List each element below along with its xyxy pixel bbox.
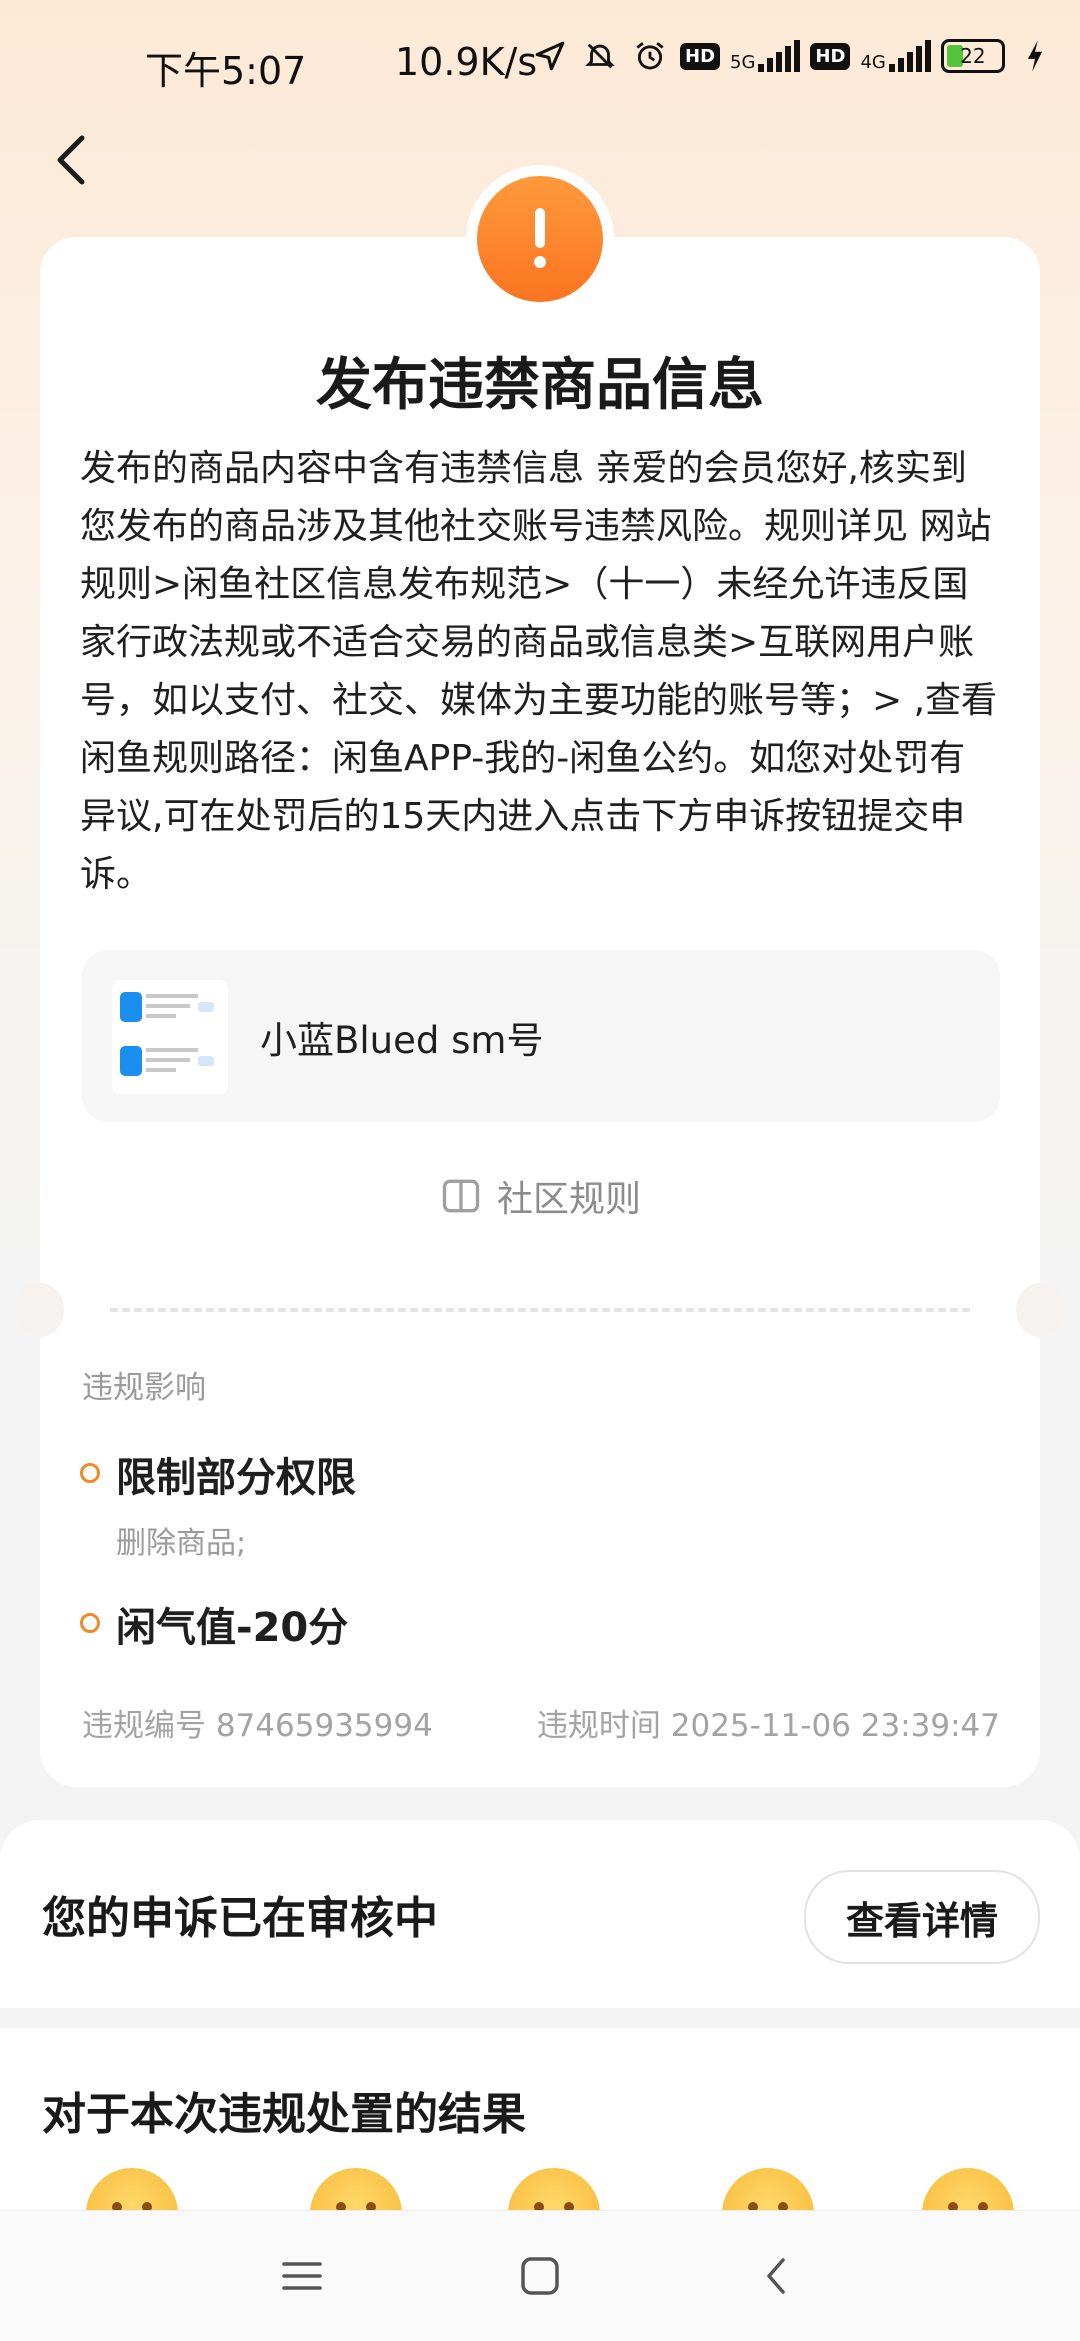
back-button[interactable] (48, 130, 98, 190)
mute-bell-icon (580, 36, 620, 76)
violating-item[interactable]: 小蓝Blued sm号 (82, 950, 1000, 1122)
violation-title: 发布违禁商品信息 (316, 353, 764, 418)
battery-level: 22 (960, 44, 986, 68)
chevron-left-icon (57, 135, 85, 185)
community-rules-label: 社区规则 (496, 1179, 641, 1220)
network-speed: 10.9K/s (395, 40, 538, 84)
impact-title: 闲气值-20分 (116, 1605, 349, 1651)
status-time: 下午5:07 (145, 49, 307, 93)
hd-icon: HD (810, 42, 851, 70)
impact-detail: 删除商品; (116, 1526, 247, 1561)
hd-icon: HD (680, 42, 721, 70)
battery-icon: 22 (940, 39, 1005, 73)
alarm-icon (630, 36, 670, 76)
appeal-status-text: 您的申诉已在审核中 (42, 1893, 438, 1944)
violation-description: 发布的商品内容中含有违禁信息 亲爱的会员您好,核实到您发布的商品涉及其他社交账号… (80, 448, 998, 895)
status-icons: HD 5G HD 4G 22 (530, 36, 1055, 76)
appeal-status-card: 您的申诉已在审核中 查看详情 (0, 1820, 1080, 2008)
item-thumbnail (112, 980, 228, 1094)
status-bar: 下午5:07 10.9K/s HD 5G HD 4G 22 (0, 0, 1080, 130)
violation-id: 违规编号 87465935994 (82, 1708, 433, 1744)
impact-section-label: 违规影响 (82, 1370, 206, 1406)
community-rules-link[interactable]: 社区规则 (0, 1170, 1080, 1222)
ticket-notch-left (16, 1283, 64, 1337)
home-square-icon (521, 2257, 559, 2295)
menu-icon (282, 2262, 322, 2290)
exclamation-icon (477, 176, 603, 302)
feedback-title: 对于本次违规处置的结果 (42, 2089, 526, 2140)
signal-5g-label: 5G (730, 52, 756, 73)
item-title: 小蓝Blued sm号 (260, 1019, 544, 1062)
violation-time: 违规时间 2025-11-06 23:39:47 (536, 1708, 1000, 1744)
book-icon (442, 1179, 480, 1213)
back-icon (767, 2258, 785, 2294)
view-details-button[interactable]: 查看详情 (804, 1870, 1040, 1964)
dashed-divider (110, 1308, 970, 1312)
signal-5g-icon: 5G (730, 40, 801, 73)
location-arrow-icon (530, 36, 570, 76)
ticket-notch-right (1016, 1283, 1064, 1337)
bullet-icon (80, 1613, 100, 1633)
menu-button[interactable] (272, 2251, 332, 2301)
impact-title: 限制部分权限 (116, 1455, 356, 1501)
system-nav-bar (0, 2210, 1080, 2341)
system-back-button[interactable] (746, 2251, 806, 2301)
charging-icon (1015, 36, 1055, 76)
home-button[interactable] (510, 2251, 570, 2301)
signal-4g-label: 4G (860, 52, 886, 73)
bullet-icon (80, 1463, 100, 1483)
signal-4g-icon: 4G (860, 40, 931, 73)
alert-badge (466, 165, 614, 313)
